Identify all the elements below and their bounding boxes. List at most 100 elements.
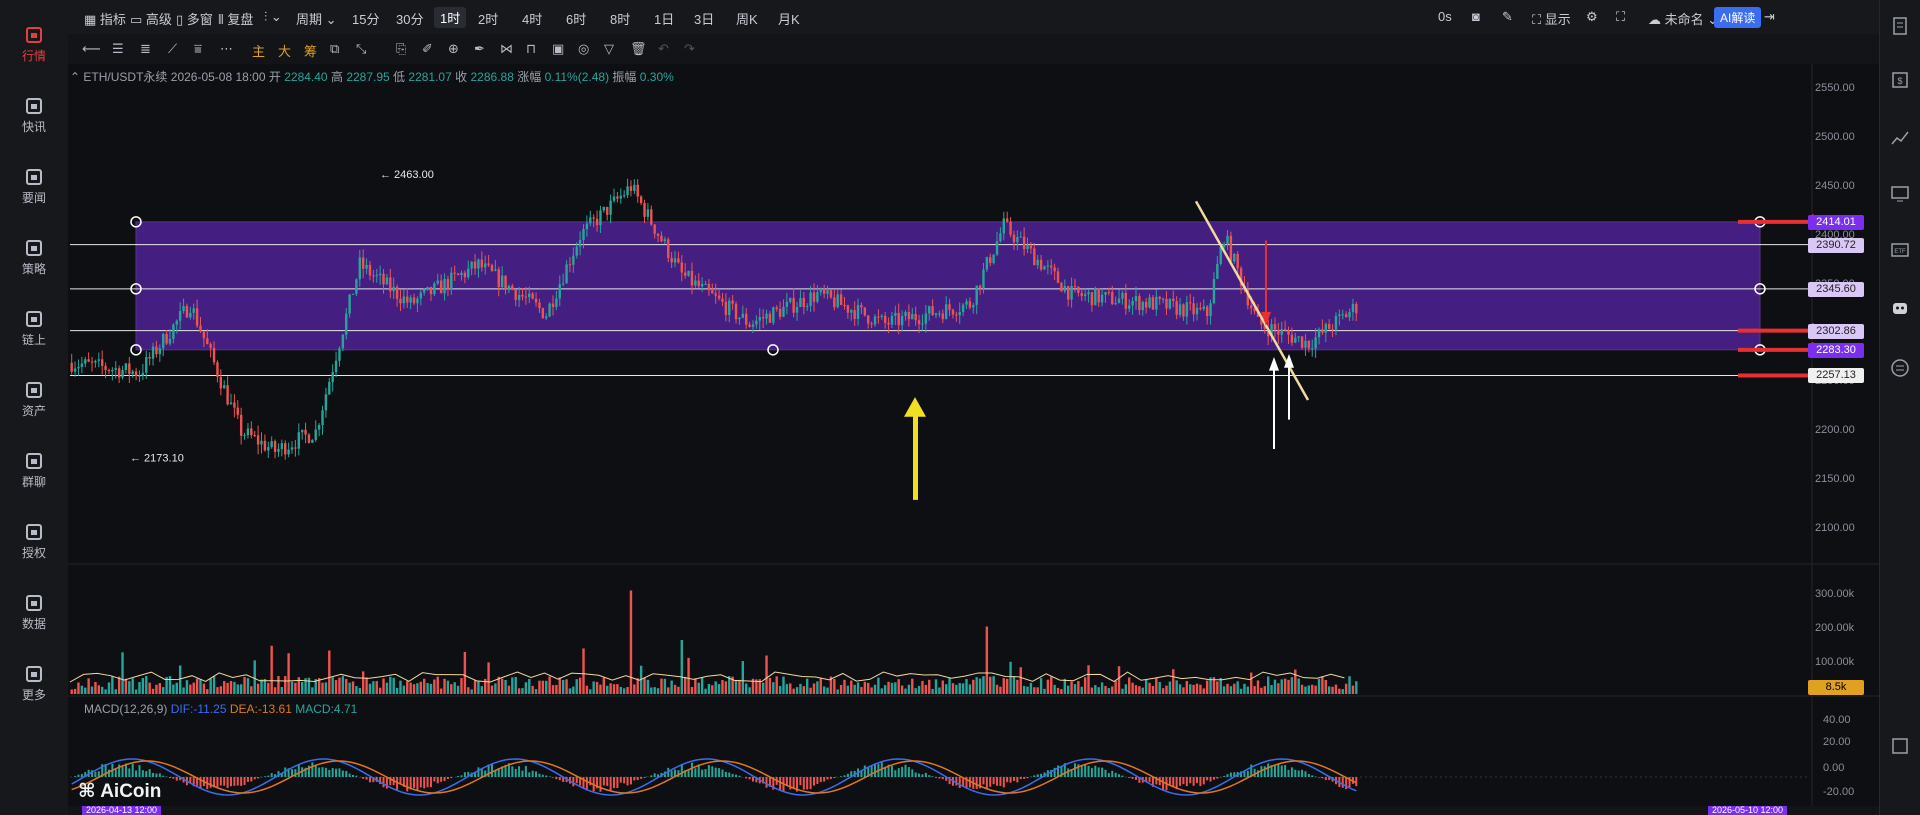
candle-body (1097, 288, 1100, 303)
trash-icon[interactable]: 🗑 (630, 41, 647, 57)
volume-bar (772, 682, 775, 694)
volume-bar (284, 676, 287, 694)
candle-body (178, 311, 182, 321)
fullscreen-icon[interactable]: ⛶ (1616, 9, 1625, 25)
magnet-icon[interactable]: ⋈ (500, 41, 513, 57)
layers-icon[interactable]: ⧉ (330, 41, 339, 57)
volume-bar (833, 679, 836, 694)
volume-bar (1246, 686, 1250, 694)
sidebar-item-4[interactable]: 链上 (0, 310, 68, 348)
volume-bar (1321, 676, 1324, 694)
sidebar-item-5[interactable]: 资产 (0, 381, 68, 419)
interval-6h[interactable]: 6时 (566, 9, 586, 28)
candle-body (1287, 330, 1290, 335)
undo-icon[interactable]: ↶ (658, 41, 669, 57)
horizontal-ray-icon[interactable]: ⟵ (82, 41, 101, 57)
robot-icon[interactable] (1890, 298, 1910, 318)
main-force-button[interactable]: 主 (252, 41, 265, 60)
interval-30m[interactable]: 30分 (396, 9, 423, 28)
volume-bar (1138, 686, 1141, 694)
candle-body (890, 315, 894, 325)
sidebar-item-2[interactable]: 要闻 (0, 168, 68, 206)
ai-interpret-button[interactable]: AI解读 (1714, 7, 1762, 28)
candle-body (561, 283, 565, 285)
chips-button[interactable]: 筹 (304, 41, 317, 60)
big-order-button[interactable]: 大 (278, 41, 291, 60)
exchange-icon[interactable] (1890, 358, 1910, 378)
volume-bar (839, 684, 843, 694)
document-icon[interactable] (1890, 16, 1910, 36)
collapse-icon[interactable]: ⇥ (1764, 9, 1775, 25)
macd-histogram-bar (345, 771, 348, 777)
lock-icon[interactable]: ⊓ (526, 41, 536, 57)
interval-month[interactable]: 月K (778, 9, 800, 28)
candle-body (406, 296, 409, 303)
camera-icon[interactable]: ◙ (1472, 9, 1480, 24)
macd-histogram-bar (314, 765, 317, 777)
sidebar-item-1[interactable]: 快讯 (0, 97, 68, 135)
interval-week[interactable]: 周K (736, 9, 758, 28)
horizontal-line-icon[interactable]: ☰ (112, 41, 124, 57)
volume-bar (311, 687, 314, 694)
sidebar-item-label: 链上 (21, 333, 46, 347)
widget-icon[interactable] (1890, 736, 1910, 756)
channel-icon[interactable]: ⩸ (194, 41, 202, 57)
multi-window-button[interactable]: ▯ 多窗 (176, 9, 213, 28)
candle-body (1172, 298, 1175, 302)
interval-3d[interactable]: 3日 (694, 9, 714, 28)
volume-bar (1256, 680, 1260, 694)
macd-histogram-bar (894, 770, 897, 777)
interval-1h[interactable]: 1时 (434, 7, 467, 28)
brush-icon[interactable]: ⤡ (356, 41, 366, 57)
settings-icon[interactable]: ⚙ (1586, 9, 1598, 25)
sidebar-item-3[interactable]: 策略 (0, 239, 68, 277)
volume-bar (192, 682, 195, 694)
interval-15m[interactable]: 15分 (352, 9, 379, 28)
macd-histogram-bar (938, 777, 941, 779)
filter-icon[interactable]: ▽ (604, 41, 614, 57)
volume-bar (199, 679, 202, 694)
layout-dropdown[interactable]: ☁ 未命名 ⌄ (1648, 9, 1718, 28)
interval-2h[interactable]: 2时 (478, 9, 498, 28)
candle-body (287, 449, 290, 455)
sidebar-item-6[interactable]: 群聊 (0, 452, 68, 490)
volume-bar (87, 678, 90, 694)
zoom-icon[interactable]: ⊕ (448, 41, 459, 57)
eye-icon[interactable]: ◎ (578, 41, 589, 57)
redo-icon[interactable]: ↷ (684, 41, 695, 57)
sidebar-item-7[interactable]: 授权 (0, 523, 68, 561)
volume-bar (1104, 685, 1107, 694)
volume-bar (697, 682, 700, 694)
advanced-button[interactable]: ▭ 高级 (130, 9, 172, 28)
candle-body (789, 298, 792, 302)
period-dropdown[interactable]: 周期 ⌄ (296, 9, 337, 28)
pen-icon[interactable]: ✒ (474, 41, 485, 57)
ruler-icon[interactable]: ✐ (422, 41, 433, 57)
chart-type-dropdown[interactable]: ⫶ ⌄ (264, 9, 282, 25)
parallel-lines-icon[interactable]: ≣ (140, 41, 151, 57)
edit-icon[interactable]: ✎ (1502, 9, 1513, 25)
candle-body (124, 363, 128, 371)
interval-1d[interactable]: 1日 (654, 9, 674, 28)
etf-icon[interactable]: ETF (1890, 240, 1910, 260)
candle-body (629, 186, 633, 191)
candle-body (931, 306, 934, 316)
display-button[interactable]: ⛶ 显示 (1532, 9, 1571, 28)
sidebar-item-0[interactable]: 行情 (0, 26, 68, 64)
order-book-icon[interactable]: $ (1890, 70, 1910, 90)
sidebar-item-9[interactable]: 更多 (0, 665, 68, 703)
trend-line-icon[interactable]: ⟋ (168, 41, 177, 57)
monitor-icon[interactable] (1890, 184, 1910, 204)
more-tools-icon[interactable]: ⋯ (220, 41, 233, 57)
replay-button[interactable]: ⦀ 复盘 (218, 9, 253, 28)
sidebar-item-8[interactable]: 数据 (0, 594, 68, 632)
interval-8h[interactable]: 8时 (610, 9, 630, 28)
interval-4h[interactable]: 4时 (522, 9, 542, 28)
indicators-button[interactable]: ▦ 指标 (84, 9, 126, 28)
copy-icon[interactable]: ⎘ (396, 41, 406, 57)
collapse-chevron-icon[interactable]: ⌃ (70, 70, 80, 84)
volume-bar (331, 677, 334, 694)
hide-icon[interactable]: ▣ (552, 41, 564, 57)
volume-bar (158, 683, 162, 694)
trend-icon[interactable] (1890, 128, 1910, 148)
